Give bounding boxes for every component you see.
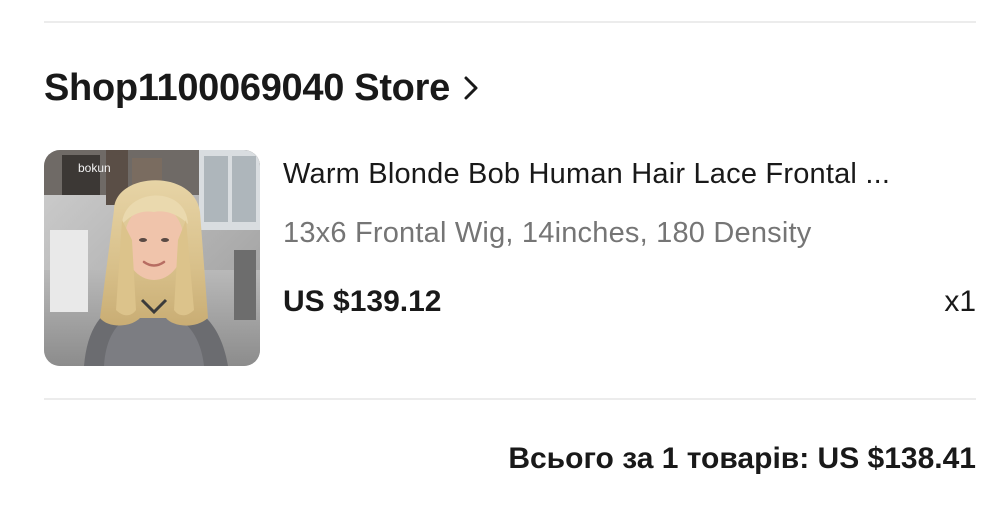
product-quantity: x1 xyxy=(944,285,976,318)
product-price: US $139.12 xyxy=(283,285,442,318)
product-variant[interactable]: 13x6 Frontal Wig, 14inches, 180 Density xyxy=(283,211,811,255)
store-header-link[interactable]: Shop1100069040 Store xyxy=(44,60,480,116)
order-total: Всього за 1 товарів: US $138.41 xyxy=(508,442,976,475)
order-store-card: Shop1100069040 Store bokun Warm Blonde B… xyxy=(0,0,1000,509)
product-title[interactable]: Warm Blonde Bob Human Hair Lace Frontal … xyxy=(283,152,973,196)
product-photo: bokun xyxy=(44,150,260,366)
summary-divider xyxy=(44,398,976,400)
chevron-right-icon xyxy=(462,74,480,102)
top-divider xyxy=(44,21,976,23)
product-thumbnail[interactable]: bokun xyxy=(44,150,260,366)
watermark-text: bokun xyxy=(78,161,111,175)
store-name: Shop1100069040 Store xyxy=(44,66,450,109)
